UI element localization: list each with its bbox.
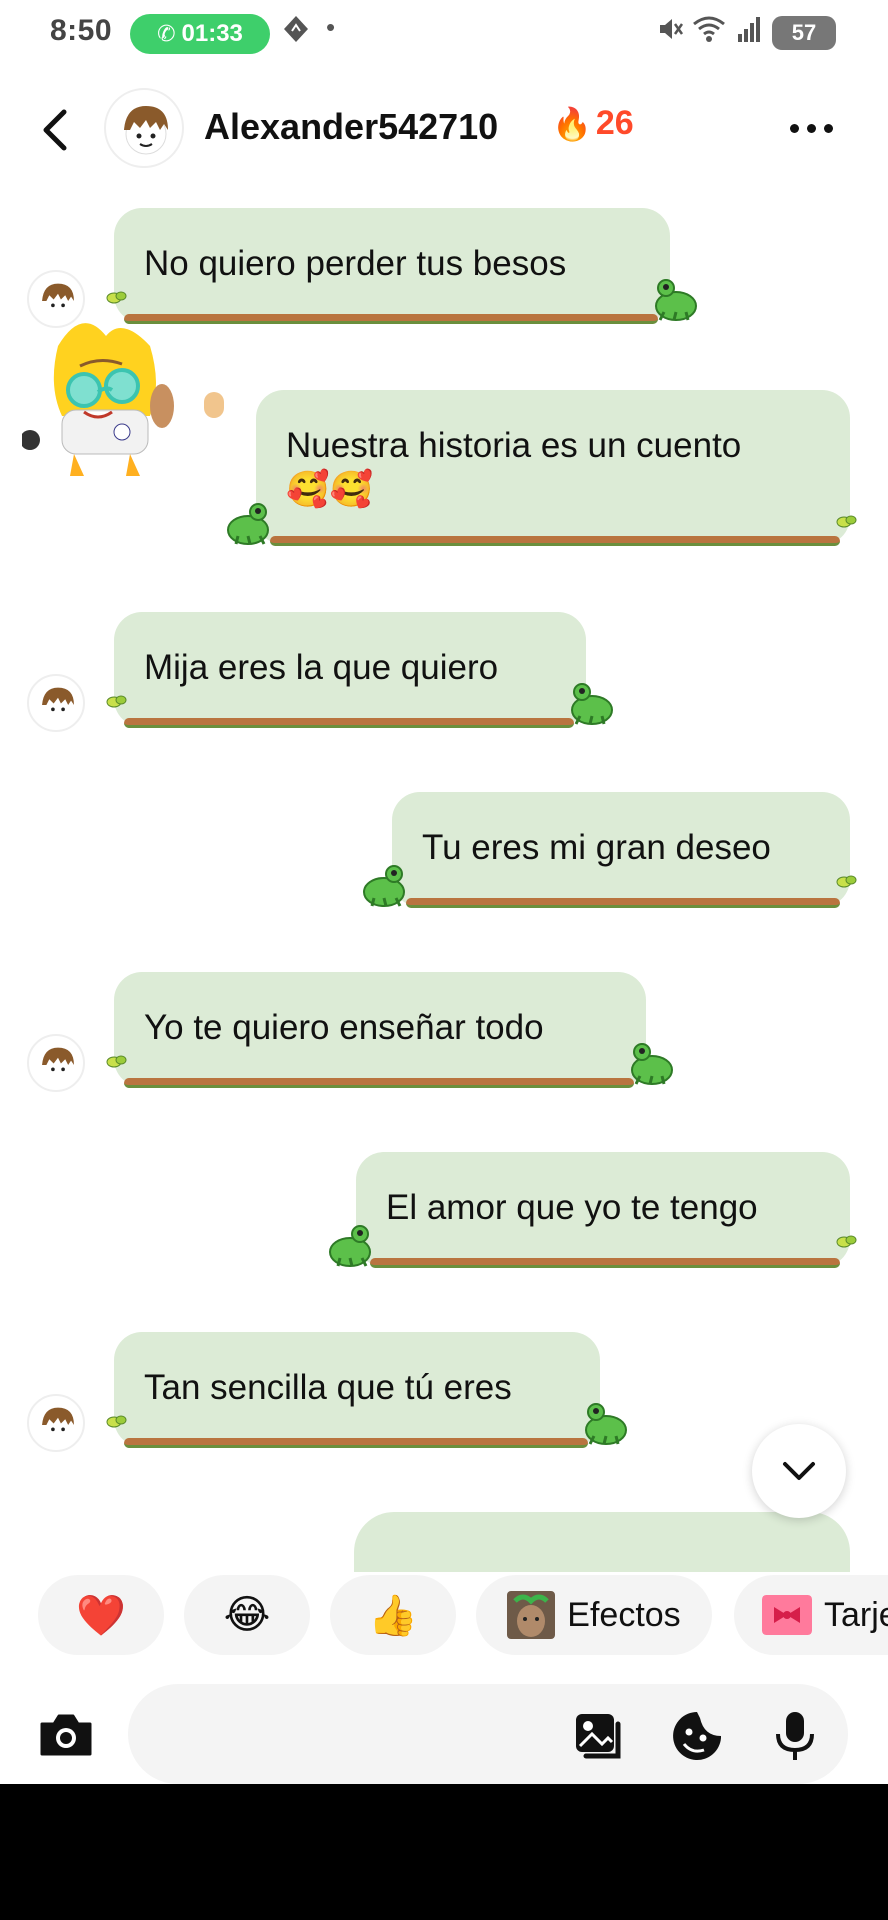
avatar-face-icon bbox=[124, 106, 168, 155]
streak-badge[interactable]: 🔥 26 bbox=[552, 104, 634, 143]
sprout-icon bbox=[836, 1235, 857, 1248]
message-avatar[interactable] bbox=[27, 1394, 85, 1452]
phone-icon: ✆ bbox=[157, 21, 176, 46]
sprout-icon bbox=[836, 875, 857, 888]
frog-icon bbox=[227, 503, 269, 545]
message-text: Yo te quiero enseñar todo bbox=[144, 1008, 544, 1047]
fire-icon: 🔥 bbox=[552, 105, 592, 142]
bow-card-icon bbox=[762, 1595, 812, 1635]
chevron-left-icon bbox=[43, 109, 67, 151]
message-text: Tan sencilla que tú eres bbox=[144, 1368, 512, 1407]
sprout-icon bbox=[106, 291, 127, 304]
message-bubble-sent[interactable]: El amor que yo te tengo bbox=[356, 1152, 850, 1267]
dot-icon bbox=[790, 123, 799, 133]
effects-button[interactable]: Efectos bbox=[476, 1575, 712, 1655]
chevron-down-icon bbox=[783, 1462, 815, 1480]
contact-avatar[interactable] bbox=[104, 88, 184, 168]
back-button[interactable] bbox=[34, 102, 74, 158]
message-bubble-received[interactable]: Mija eres la que quiero bbox=[114, 612, 586, 727]
signal-icon bbox=[736, 14, 764, 51]
camera-icon bbox=[40, 1714, 92, 1756]
avatar-face-icon bbox=[42, 1407, 74, 1443]
message-emoji-text: 🥰🥰 bbox=[286, 469, 374, 509]
chat-header: Alexander542710 🔥 26 bbox=[0, 66, 888, 196]
message-text: Nuestra historia es un cuento bbox=[286, 426, 742, 465]
message-bubble-partial[interactable] bbox=[354, 1512, 850, 1572]
message-text: Mija eres la que quiero bbox=[144, 648, 499, 687]
sprout-icon bbox=[106, 1415, 127, 1428]
avatar-face-icon bbox=[42, 687, 74, 723]
message-input[interactable] bbox=[128, 1684, 848, 1784]
message-text: No quiero perder tus besos bbox=[144, 244, 567, 283]
message-text: Tu eres mi gran deseo bbox=[422, 828, 771, 867]
frog-icon bbox=[571, 683, 613, 725]
vine-border-decoration bbox=[124, 314, 658, 324]
message-avatar[interactable] bbox=[27, 1034, 85, 1092]
heart-icon: ❤️ bbox=[76, 1593, 126, 1638]
contact-name[interactable]: Alexander542710 bbox=[204, 106, 498, 148]
laughing-face-icon: 😂 bbox=[223, 1593, 271, 1637]
vine-border-decoration bbox=[370, 1258, 840, 1268]
message-bubble-sent[interactable]: Nuestra historia es un cuento 🥰🥰 bbox=[256, 390, 850, 545]
frog-icon bbox=[363, 865, 405, 907]
dot-icon bbox=[824, 123, 833, 133]
sticker-emoji-character[interactable] bbox=[20, 306, 182, 486]
vine-border-decoration bbox=[406, 898, 840, 908]
thumbs-up-icon: 👍 bbox=[368, 1593, 418, 1638]
effect-thumbnail-icon bbox=[507, 1591, 556, 1639]
frog-icon bbox=[631, 1043, 673, 1085]
frog-icon bbox=[585, 1403, 627, 1445]
effects-label: Efectos bbox=[567, 1595, 681, 1634]
sprout-icon bbox=[106, 1055, 127, 1068]
message-bubble-received[interactable]: Tan sencilla que tú eres bbox=[114, 1332, 600, 1447]
sticker-face-icon bbox=[673, 1712, 721, 1760]
microphone-icon bbox=[776, 1712, 814, 1760]
system-navigation-area bbox=[0, 1784, 888, 1920]
call-timer: 01:33 bbox=[181, 20, 243, 47]
message-avatar[interactable] bbox=[27, 674, 85, 732]
sunglasses-character-sticker-icon bbox=[20, 323, 174, 476]
status-time: 8:50 bbox=[50, 14, 113, 47]
camera-button[interactable] bbox=[36, 1710, 96, 1760]
more-options-button[interactable] bbox=[790, 118, 846, 138]
laugh-reaction-button[interactable]: 😂 bbox=[184, 1575, 310, 1655]
streak-count: 26 bbox=[595, 104, 634, 142]
cards-label: Tarje bbox=[824, 1595, 888, 1634]
scroll-to-bottom-button[interactable] bbox=[752, 1424, 846, 1518]
message-bubble-received[interactable]: No quiero perder tus besos bbox=[114, 208, 670, 323]
gallery-button[interactable] bbox=[572, 1710, 626, 1762]
notification-dot: • bbox=[326, 12, 336, 42]
voice-message-button[interactable] bbox=[768, 1710, 822, 1762]
gallery-icon bbox=[576, 1714, 621, 1759]
sprout-icon bbox=[836, 515, 857, 528]
navigation-diamond-icon bbox=[282, 14, 310, 51]
message-bubble-sent[interactable]: Tu eres mi gran deseo bbox=[392, 792, 850, 907]
vine-border-decoration bbox=[124, 1078, 634, 1088]
frog-icon bbox=[329, 1225, 371, 1267]
avatar-face-icon bbox=[42, 1047, 74, 1083]
message-text: El amor que yo te tengo bbox=[386, 1188, 758, 1227]
mute-icon bbox=[656, 14, 684, 51]
quick-reaction-bar: ❤️ 😂 👍 Efectos Tarje bbox=[0, 1575, 888, 1655]
message-avatar[interactable] bbox=[27, 270, 85, 328]
partial-sticker-dot bbox=[204, 392, 224, 418]
ongoing-call-pill[interactable]: ✆ 01:33 bbox=[130, 14, 270, 54]
heart-reaction-button[interactable]: ❤️ bbox=[38, 1575, 164, 1655]
message-bubble-received[interactable]: Yo te quiero enseñar todo bbox=[114, 972, 646, 1087]
vine-border-decoration bbox=[270, 536, 840, 546]
sticker-button[interactable] bbox=[670, 1710, 724, 1762]
dot-icon bbox=[807, 123, 816, 133]
status-bar: 8:50 ✆ 01:33 • 57 bbox=[0, 0, 888, 66]
chat-screen: 8:50 ✆ 01:33 • 57 Alexander542710 🔥 26 N… bbox=[0, 0, 888, 1784]
vine-border-decoration bbox=[124, 1438, 588, 1448]
vine-border-decoration bbox=[124, 718, 574, 728]
cards-button[interactable]: Tarje bbox=[734, 1575, 888, 1655]
thumbs-up-reaction-button[interactable]: 👍 bbox=[330, 1575, 456, 1655]
wifi-icon bbox=[692, 14, 726, 51]
battery-indicator: 57 bbox=[772, 16, 836, 50]
sprout-icon bbox=[106, 695, 127, 708]
message-composer bbox=[0, 1684, 888, 1784]
frog-icon bbox=[655, 279, 697, 321]
